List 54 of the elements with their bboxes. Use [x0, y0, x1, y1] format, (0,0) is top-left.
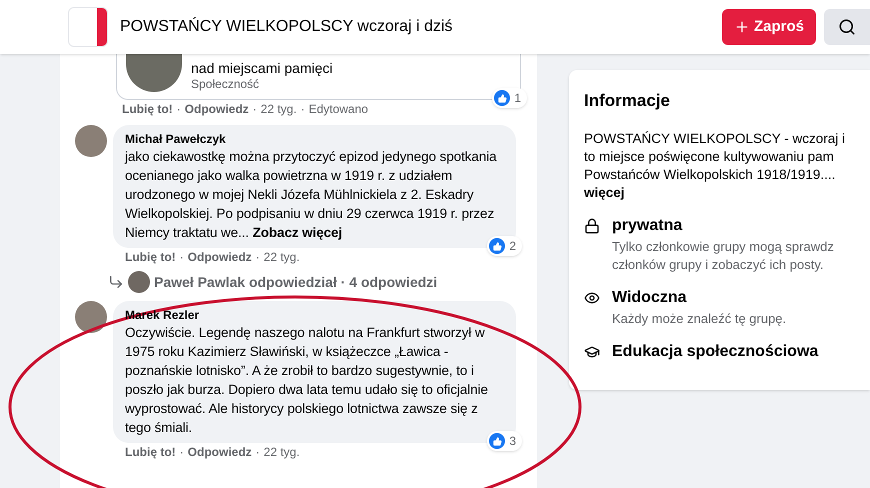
replies-link[interactable]: Paweł Pawlak odpowiedział · 4 odpowiedzi [154, 272, 438, 292]
see-more-link[interactable]: więcej [584, 184, 870, 202]
separator-dot: · [252, 102, 257, 117]
info-description: to miejsce poświęcone kultywowaniu pam [584, 148, 835, 166]
lock-icon [584, 218, 600, 234]
info-item-title: prywatna [612, 216, 684, 236]
group-logo[interactable] [68, 7, 108, 47]
avatar[interactable] [75, 301, 107, 333]
info-description: POWSTAŃCY WIELKOPOLSCY - wczoraj i [584, 130, 846, 148]
avatar[interactable] [75, 125, 107, 157]
eye-icon [584, 290, 600, 306]
plus-icon [734, 19, 750, 35]
comment-time: 22 tyg. [260, 102, 297, 117]
comment-time: 22 tyg. [264, 445, 300, 460]
info-item-text: Każdy może znaleźć tę grupę. [612, 310, 786, 328]
info-title: Informacje [584, 90, 671, 112]
comment-author[interactable]: Michał Pawełczyk [125, 131, 504, 147]
separator-dot: · [180, 250, 184, 265]
comment-time: 22 tyg. [264, 250, 300, 265]
group-title[interactable]: POWSTAŃCY WIELKOPOLSCY wczoraj i dziś [120, 15, 453, 39]
card-title: nad miejscami pamięci [191, 61, 333, 75]
separator-dot: · [256, 445, 260, 460]
reaction-count[interactable]: 1 [492, 88, 527, 108]
info-item-text: Tylko członkowie grupy mogą sprawdz [612, 238, 834, 256]
info-item-title: Edukacja społecznościowa [612, 342, 818, 362]
info-item-title: Widoczna [612, 288, 688, 308]
like-link[interactable]: Lubię to! [122, 102, 173, 117]
like-icon [489, 238, 506, 254]
reply-arrow-icon [108, 274, 124, 290]
separator-dot: · [180, 445, 184, 460]
search-icon [838, 18, 856, 36]
photo-placeholder [126, 52, 182, 92]
reaction-count[interactable]: 2 [487, 236, 522, 256]
reply-link[interactable]: Odpowiedz [188, 445, 252, 460]
comment-text: Oczywiście. Legendę naszego nalotu na Frankfurt stworzył w 1975 roku Kazimierz Sławiński, w książeczce „Ławica - poznańskie lotnisko”. A że zrobił to bardzo sugestywnie, to i poszło jak burza. Dopiero dwa lata temu udało się to oficjalnie wyprostować. Ale historycy polskiego lotnictwa zawsze się z tego śmiali. [125, 324, 489, 437]
info-item-text: członków grupy i zobaczyć ich posty. [612, 256, 824, 274]
avatar [128, 271, 150, 293]
separator-dot: · [256, 250, 260, 265]
education-icon [584, 344, 600, 360]
reply-link[interactable]: Odpowiedz [188, 250, 252, 265]
see-more-link[interactable]: Zobacz więcej [252, 225, 342, 240]
separator-dot: · [300, 102, 305, 117]
like-icon [489, 433, 506, 449]
edited-label: Edytowano [308, 102, 368, 117]
info-description: Powstańców Wielkopolskich 1918/1919.... [584, 166, 836, 184]
reaction-count[interactable]: 3 [487, 431, 522, 451]
card-subtitle: Społeczność [191, 76, 260, 93]
reply-link[interactable]: Odpowiedz [184, 102, 249, 117]
search-button[interactable] [824, 9, 870, 45]
like-icon [494, 90, 510, 106]
separator-dot: · [176, 102, 181, 117]
like-link[interactable]: Lubię to! [125, 250, 176, 265]
like-link[interactable]: Lubię to! [125, 445, 176, 460]
invite-button[interactable]: Zaproś [722, 9, 816, 45]
